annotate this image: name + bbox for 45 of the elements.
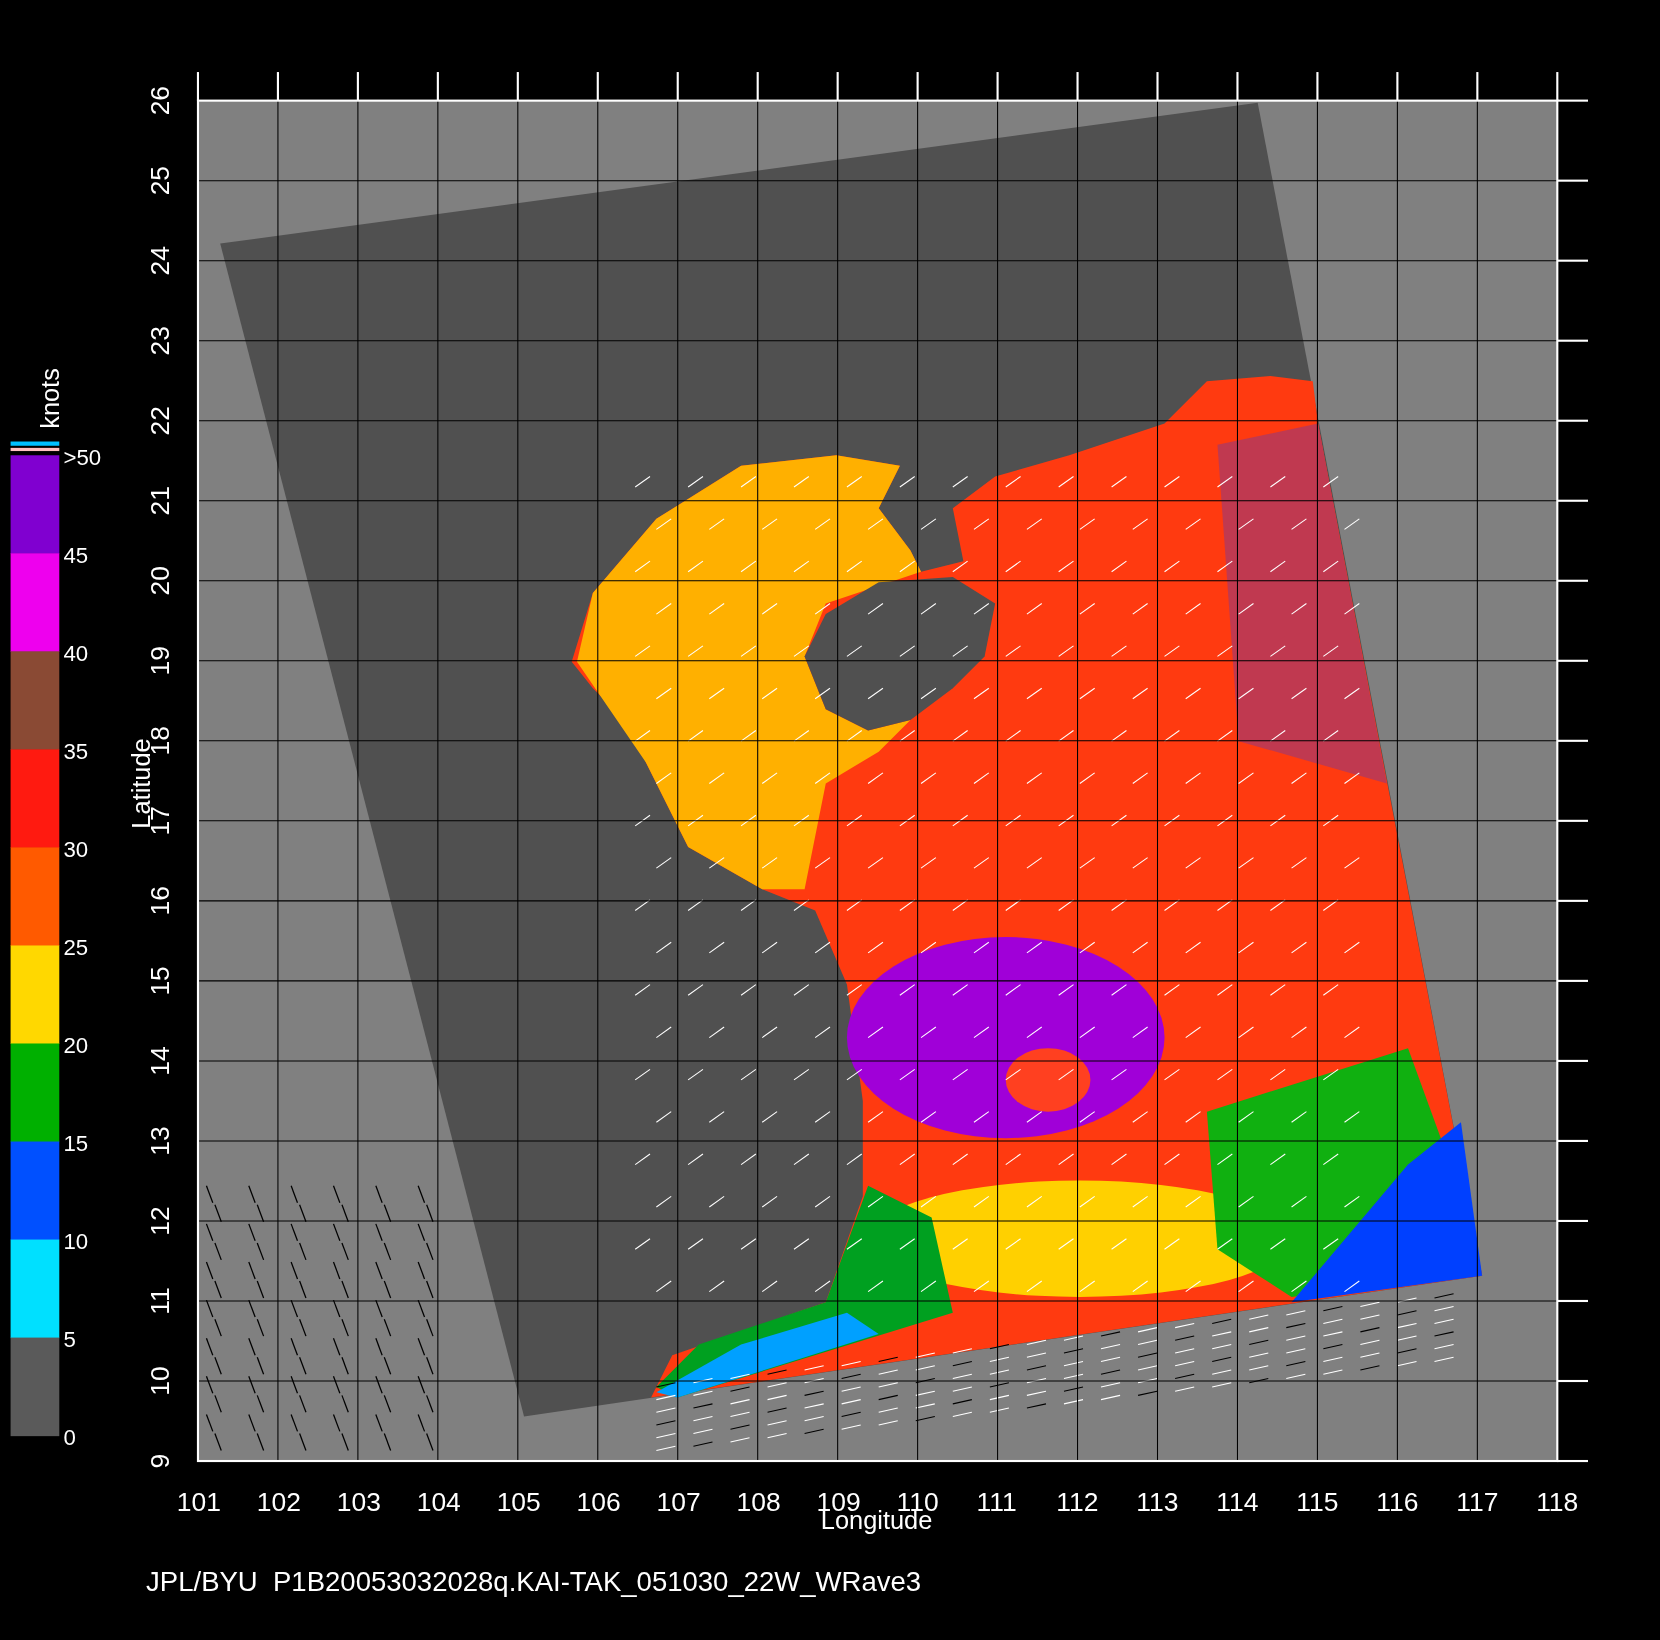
colorbar-label: 40 (63, 640, 89, 666)
latitude-tick-label: 13 (145, 1126, 176, 1156)
colorbar-label: 25 (63, 935, 89, 960)
latitude-tick-label: 26 (145, 85, 176, 116)
longitude-tick-label: 113 (1136, 1486, 1179, 1517)
longitude-tick-label: 106 (576, 1486, 621, 1517)
latitude-tick-label: 25 (145, 165, 176, 196)
latitude-tick-label: 19 (145, 646, 176, 676)
latitude-tick-label: 14 (145, 1046, 176, 1076)
latitude-tick-label: 11 (145, 1287, 176, 1315)
colorbar-label: 15 (63, 1131, 89, 1157)
longitude-tick-label: 116 (1376, 1486, 1419, 1517)
longitude-tick-label: 108 (736, 1486, 781, 1517)
colorbar-title: knots (36, 368, 65, 429)
latitude-tick-label: 12 (145, 1206, 176, 1236)
colorbar-label: >50 (63, 444, 102, 470)
latitude-tick-label: 22 (145, 406, 176, 436)
latitude-tick-label: 21 (145, 486, 176, 516)
latitude-tick-label: 10 (145, 1366, 176, 1396)
latitude-tick-label: 23 (145, 326, 176, 356)
longitude-tick-label: 117 (1456, 1486, 1499, 1517)
latitude-tick-label: 24 (145, 245, 176, 276)
colorbar-label: 10 (63, 1229, 89, 1255)
latitude-tick-label: 20 (145, 566, 176, 596)
longitude-tick-label: 115 (1296, 1486, 1339, 1517)
colorbar-label: 0 (63, 1425, 76, 1451)
latitude-tick-label: 9 (145, 1453, 176, 1469)
longitude-tick-label: 111 (976, 1486, 1017, 1517)
longitude-tick-label: 114 (1216, 1486, 1259, 1517)
colorbar-label: 35 (63, 738, 89, 764)
longitude-tick-label: 104 (416, 1486, 461, 1517)
colorbar-label: 30 (63, 836, 89, 862)
latitude-tick-label: 16 (145, 886, 176, 916)
longitude-tick-label: 101 (176, 1486, 221, 1517)
colorbar-label: 20 (63, 1033, 89, 1058)
colorbar-label: 45 (63, 542, 89, 568)
longitude-tick-label: 102 (256, 1486, 301, 1517)
latitude-tick-label: 15 (145, 966, 176, 996)
longitude-tick-label: 118 (1536, 1486, 1579, 1517)
longitude-tick-label: 103 (336, 1486, 381, 1517)
longitude-tick-label: 105 (496, 1486, 541, 1517)
colorbar-label: 5 (63, 1327, 76, 1353)
longitude-tick-label: 112 (1056, 1486, 1099, 1517)
figure-caption: JPL/BYU P1B20053032028q.KAI-TAK_051030_22W_WRave3 (146, 1566, 922, 1598)
longitude-tick-label: 107 (656, 1486, 701, 1517)
